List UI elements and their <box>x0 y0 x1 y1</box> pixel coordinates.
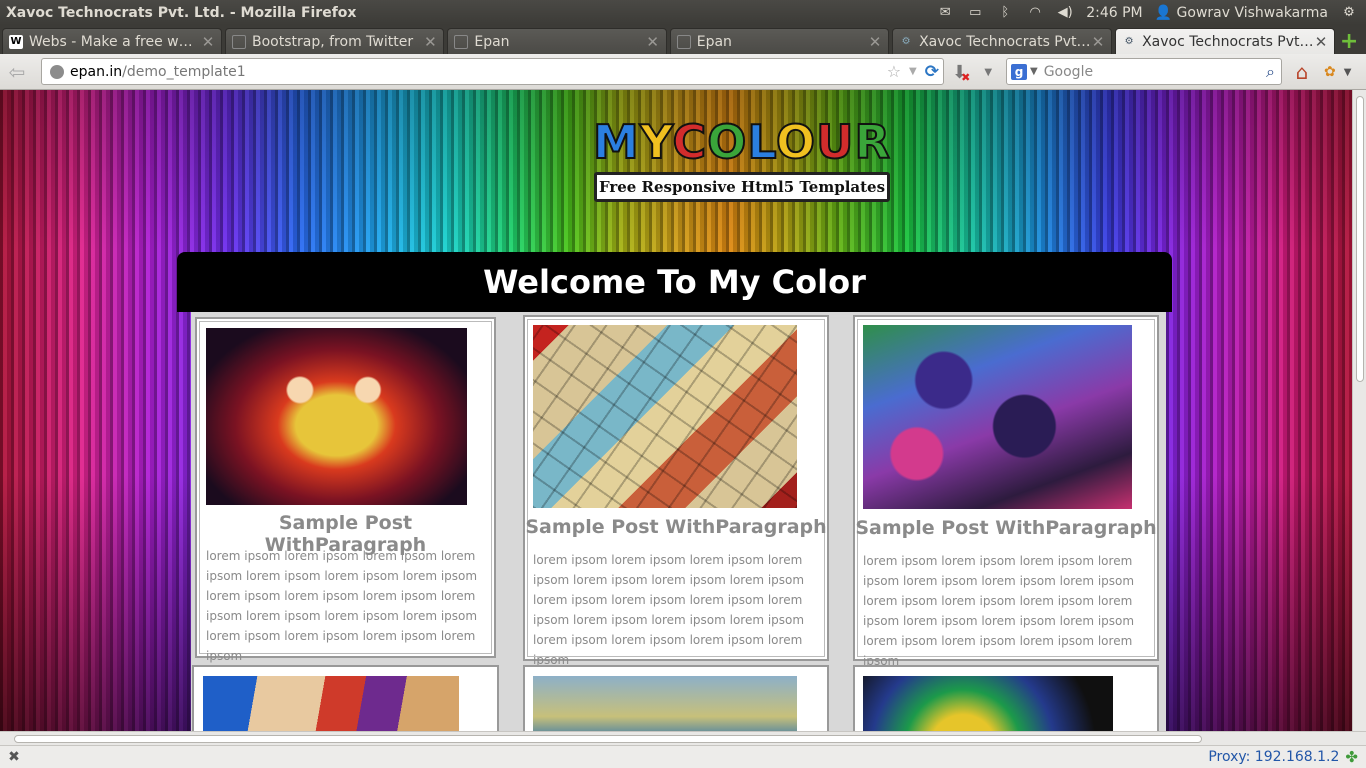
post-card: Sample Post WithParagraph lorem ipsom lo… <box>853 315 1159 668</box>
addon-dropdown-icon: ▼ <box>1343 66 1352 78</box>
post-image-crayons[interactable] <box>533 676 797 731</box>
volume-icon[interactable]: ◀) <box>1056 5 1074 20</box>
history-dropdown-icon[interactable]: ▼ <box>909 66 917 77</box>
url-host: epan.in <box>70 63 123 80</box>
clock[interactable]: 2:46 PM <box>1086 5 1142 21</box>
tab-epan-2[interactable]: Epan ✕ <box>669 28 890 54</box>
addon-icon: ✿ <box>1324 64 1336 80</box>
post-image-flowers[interactable] <box>863 676 1113 731</box>
page-viewport: MYCOLOUR Free Responsive Html5 Templates… <box>0 90 1352 731</box>
tab-label: Xavoc Technocrats Pvt. ... <box>1142 33 1315 50</box>
close-tab-icon[interactable]: ✕ <box>1091 33 1105 51</box>
tab-label: Epan <box>696 33 732 50</box>
webs-favicon-icon: W <box>9 34 23 49</box>
post-title[interactable]: Sample Post WithParagraph <box>855 517 1157 539</box>
tab-webs[interactable]: W Webs - Make a free web... ✕ <box>2 28 222 54</box>
post-card: Sample Post WithParagraph lorem ipsom lo… <box>195 317 496 663</box>
proxy-status: Proxy: 192.168.1.2 <box>1208 749 1340 765</box>
post-title[interactable]: Sample Post WithParagraph <box>525 516 827 538</box>
close-tab-icon[interactable]: ✕ <box>201 33 215 51</box>
post-card: Sample Post WithParagraph lorem ipsom lo… <box>523 315 829 667</box>
logo-wordmark: MYCOLOUR <box>592 115 891 169</box>
horizontal-scroll-thumb[interactable] <box>14 735 1202 743</box>
post-card <box>192 665 499 731</box>
proxy-icon[interactable]: ✤ <box>1345 748 1366 766</box>
tab-label: Xavoc Technocrats Pvt ... <box>919 33 1092 50</box>
globe-icon <box>50 64 64 79</box>
close-addon-bar-icon[interactable]: ✖ <box>4 749 24 765</box>
search-bar[interactable]: g ▼ Google ⌕ <box>1006 58 1282 85</box>
addon-button[interactable]: ✿ ▼ <box>1324 60 1360 84</box>
post-text: lorem ipsom lorem ipsom lorem ipsom lore… <box>533 553 805 667</box>
url-path: /demo_template1 <box>122 63 246 80</box>
post-image-letter-blocks[interactable] <box>533 325 797 508</box>
page-favicon-icon <box>676 34 691 49</box>
tab-label: Epan <box>474 33 510 50</box>
page-favicon-icon <box>454 34 469 49</box>
new-tab-button[interactable]: + <box>1338 29 1360 54</box>
engine-dropdown-icon[interactable]: ▼ <box>1030 66 1038 77</box>
post-card <box>523 665 829 731</box>
vertical-scroll-thumb[interactable] <box>1356 96 1364 382</box>
tab-xavoc-1[interactable]: ⚙ Xavoc Technocrats Pvt ... ✕ <box>892 28 1113 54</box>
post-card <box>853 665 1159 731</box>
search-input[interactable]: Google <box>1044 64 1266 80</box>
mail-icon[interactable]: ✉ <box>936 5 954 20</box>
window-title: Xavoc Technocrats Pvt. Ltd. - Mozilla Fi… <box>6 4 357 21</box>
user-menu[interactable]: 👤 Gowrav Vishwakarma <box>1155 5 1328 21</box>
search-icon[interactable]: ⌕ <box>1266 62 1281 82</box>
post-image-holi-crowd[interactable] <box>863 325 1132 509</box>
os-title-bar: Xavoc Technocrats Pvt. Ltd. - Mozilla Fi… <box>0 0 1366 25</box>
post-image-colored-pencils[interactable] <box>203 676 459 731</box>
welcome-heading: Welcome To My Color <box>177 252 1172 312</box>
bluetooth-icon[interactable]: ᛒ <box>996 5 1014 20</box>
close-tab-icon[interactable]: ✕ <box>868 33 882 51</box>
wifi-icon[interactable]: ◠ <box>1026 5 1044 20</box>
close-tab-icon[interactable]: ✕ <box>646 33 660 51</box>
back-button[interactable]: ⇦ <box>4 59 30 85</box>
close-tab-icon[interactable]: ✕ <box>1314 33 1328 51</box>
downloads-button[interactable]: ⬇ ✖ ▼ <box>952 60 992 84</box>
gear-favicon-icon: ⚙ <box>901 36 911 47</box>
post-text: lorem ipsom lorem ipsom lorem ipsom lore… <box>863 554 1135 668</box>
user-icon: 👤 <box>1154 4 1173 21</box>
vertical-scrollbar[interactable] <box>1352 90 1366 731</box>
gear-icon[interactable]: ⚙ <box>1340 5 1358 20</box>
page-favicon-icon <box>232 34 246 49</box>
url-bar[interactable]: epan.in/demo_template1 ☆ ▼ ⟳ <box>41 58 944 85</box>
posts-grid: Sample Post WithParagraph lorem ipsom lo… <box>191 312 1166 731</box>
battery-icon[interactable]: ▭ <box>966 5 984 20</box>
tab-label: Webs - Make a free web... <box>29 33 201 50</box>
site-logo[interactable]: MYCOLOUR Free Responsive Html5 Templates <box>592 115 892 202</box>
bookmark-star-icon[interactable]: ☆ <box>887 62 901 81</box>
system-tray: ✉ ▭ ᛒ ◠ ◀) 2:46 PM 👤 Gowrav Vishwakarma … <box>936 5 1366 21</box>
tab-bootstrap[interactable]: Bootstrap, from Twitter ✕ <box>225 28 445 54</box>
tab-xavoc-active[interactable]: ⚙ Xavoc Technocrats Pvt. ... ✕ <box>1115 28 1336 54</box>
post-text: lorem ipsom lorem ipsom lorem ipsom lore… <box>206 549 478 663</box>
nav-toolbar: ⇦ epan.in/demo_template1 ☆ ▼ ⟳ ⬇ ✖ ▼ g ▼ … <box>0 54 1366 90</box>
home-button[interactable]: ⌂ <box>1290 60 1314 84</box>
horizontal-scrollbar[interactable] <box>0 731 1366 745</box>
back-arrow-icon: ⇦ <box>8 59 26 84</box>
user-name: Gowrav Vishwakarma <box>1176 4 1328 21</box>
home-icon: ⌂ <box>1295 60 1309 84</box>
google-icon[interactable]: g <box>1011 63 1027 80</box>
close-tab-icon[interactable]: ✕ <box>423 33 437 51</box>
downloads-dropdown-icon[interactable]: ▼ <box>984 67 992 78</box>
gear-favicon-icon: ⚙ <box>1124 36 1134 47</box>
status-bar: ✖ Proxy: 192.168.1.2 ✤ <box>0 745 1366 768</box>
logo-tagline: Free Responsive Html5 Templates <box>594 172 890 202</box>
tab-strip: W Webs - Make a free web... ✕ Bootstrap,… <box>0 25 1366 54</box>
tab-label: Bootstrap, from Twitter <box>252 33 414 50</box>
tab-epan-1[interactable]: Epan ✕ <box>447 28 667 54</box>
post-image-painted-face[interactable] <box>206 328 467 505</box>
reload-icon[interactable]: ⟳ <box>925 62 939 82</box>
download-error-icon: ✖ <box>961 70 971 84</box>
